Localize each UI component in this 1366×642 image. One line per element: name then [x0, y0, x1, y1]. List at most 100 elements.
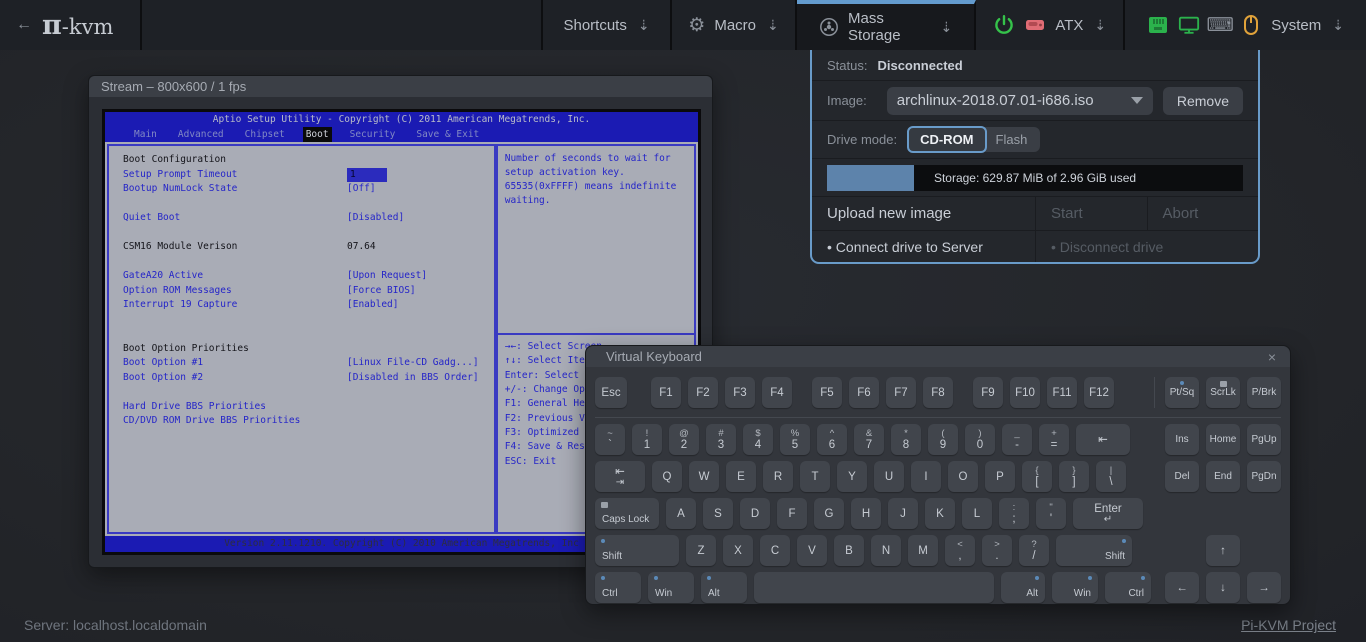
key-v[interactable]: V: [797, 535, 827, 566]
bios-menu-boot[interactable]: Boot: [303, 127, 332, 142]
key-g[interactable]: G: [814, 498, 844, 529]
key-insert[interactable]: Ins: [1165, 424, 1199, 455]
key-arrow-up[interactable]: ↑: [1206, 535, 1240, 566]
key-scroll-lock[interactable]: ScrLk: [1206, 377, 1240, 408]
key-arrow-left[interactable]: ←: [1165, 572, 1199, 603]
bios-option-row[interactable]: Boot Option #2[Disabled in BBS Order]: [109, 371, 494, 386]
menu-mass-storage[interactable]: Mass Storage ⇣: [797, 0, 976, 50]
key-ctrl-left[interactable]: Ctrl: [595, 572, 641, 603]
key-arrow-right[interactable]: →: [1247, 572, 1281, 603]
key-space[interactable]: [754, 572, 994, 603]
close-icon[interactable]: ×: [1268, 349, 1276, 365]
key-ctrl-right[interactable]: Ctrl: [1105, 572, 1151, 603]
key-n[interactable]: N: [871, 535, 901, 566]
key-j[interactable]: J: [888, 498, 918, 529]
key-period[interactable]: >.: [982, 535, 1012, 566]
connect-drive-button[interactable]: • Connect drive to Server: [812, 231, 1035, 262]
key-1[interactable]: !1: [632, 424, 662, 455]
key-enter[interactable]: Enter↵: [1073, 498, 1143, 529]
bios-option-row[interactable]: Setup Prompt Timeout1: [109, 168, 494, 183]
key-y[interactable]: Y: [837, 461, 867, 492]
key-w[interactable]: W: [689, 461, 719, 492]
key-f7[interactable]: F7: [886, 377, 916, 408]
key-f4[interactable]: F4: [762, 377, 792, 408]
key-f8[interactable]: F8: [923, 377, 953, 408]
bios-menu-main[interactable]: Main: [131, 127, 160, 142]
menu-shortcuts[interactable]: Shortcuts ⇣: [543, 0, 672, 50]
back-arrow-icon[interactable]: ←: [16, 16, 32, 34]
key-d[interactable]: D: [740, 498, 770, 529]
key-semicolon[interactable]: :;: [999, 498, 1029, 529]
key-f12[interactable]: F12: [1084, 377, 1114, 408]
bios-option-row[interactable]: CD/DVD ROM Drive BBS Priorities: [109, 414, 494, 429]
stream-window-titlebar[interactable]: Stream – 800x600 / 1 fps: [89, 76, 712, 97]
key-comma[interactable]: <,: [945, 535, 975, 566]
key-alt-right[interactable]: Alt: [1001, 572, 1045, 603]
key-page-down[interactable]: PgDn: [1247, 461, 1281, 492]
key-f5[interactable]: F5: [812, 377, 842, 408]
key-6[interactable]: ^6: [817, 424, 847, 455]
bios-menu-chipset[interactable]: Chipset: [242, 127, 288, 142]
key-3[interactable]: #3: [706, 424, 736, 455]
key-bracket-right[interactable]: }]: [1059, 461, 1089, 492]
key-a[interactable]: A: [666, 498, 696, 529]
key-m[interactable]: M: [908, 535, 938, 566]
key-4[interactable]: $4: [743, 424, 773, 455]
mode-cdrom-button[interactable]: CD-ROM: [907, 126, 986, 153]
bios-option-row[interactable]: Bootup NumLock State[Off]: [109, 182, 494, 197]
key-backslash[interactable]: |\: [1096, 461, 1126, 492]
key-q[interactable]: Q: [652, 461, 682, 492]
key-b[interactable]: B: [834, 535, 864, 566]
key-f11[interactable]: F11: [1047, 377, 1077, 408]
key-tab[interactable]: ⇤⇥: [595, 461, 645, 492]
key-f6[interactable]: F6: [849, 377, 879, 408]
key-bracket-left[interactable]: {[: [1022, 461, 1052, 492]
key-o[interactable]: O: [948, 461, 978, 492]
keyboard-titlebar[interactable]: Virtual Keyboard ×: [586, 346, 1290, 367]
key-backquote[interactable]: ~`: [595, 424, 625, 455]
start-button[interactable]: Start: [1035, 197, 1147, 230]
key-2[interactable]: @2: [669, 424, 699, 455]
key-end[interactable]: End: [1206, 461, 1240, 492]
key-delete[interactable]: Del: [1165, 461, 1199, 492]
key-z[interactable]: Z: [686, 535, 716, 566]
menu-system[interactable]: ⌨ System ⇣: [1125, 0, 1366, 50]
key-x[interactable]: X: [723, 535, 753, 566]
key-9[interactable]: (9: [928, 424, 958, 455]
key-shift-right[interactable]: Shift: [1056, 535, 1132, 566]
key-f2[interactable]: F2: [688, 377, 718, 408]
key-win-right[interactable]: Win: [1052, 572, 1098, 603]
key-quote[interactable]: "': [1036, 498, 1066, 529]
pikvm-project-link[interactable]: Pi-KVM Project: [1241, 617, 1336, 633]
key-backspace[interactable]: ⇤: [1076, 424, 1130, 455]
key-win-left[interactable]: Win: [648, 572, 694, 603]
key-f9[interactable]: F9: [973, 377, 1003, 408]
key-r[interactable]: R: [763, 461, 793, 492]
mode-flash-button[interactable]: Flash: [983, 127, 1041, 152]
key-7[interactable]: &7: [854, 424, 884, 455]
key-u[interactable]: U: [874, 461, 904, 492]
key-i[interactable]: I: [911, 461, 941, 492]
bios-option-row[interactable]: Hard Drive BBS Priorities: [109, 400, 494, 415]
key-home[interactable]: Home: [1206, 424, 1240, 455]
key-slash[interactable]: ?/: [1019, 535, 1049, 566]
image-select[interactable]: archlinux-2018.07.01-i686.iso: [887, 87, 1153, 115]
bios-option-row[interactable]: Interrupt 19 Capture[Enabled]: [109, 298, 494, 313]
bios-option-row[interactable]: GateA20 Active[Upon Request]: [109, 269, 494, 284]
key-alt-left[interactable]: Alt: [701, 572, 747, 603]
key-shift-left[interactable]: Shift: [595, 535, 679, 566]
key-minus[interactable]: _-: [1002, 424, 1032, 455]
key-0[interactable]: )0: [965, 424, 995, 455]
key-f[interactable]: F: [777, 498, 807, 529]
key-caps-lock[interactable]: Caps Lock: [595, 498, 659, 529]
bios-menu-save-exit[interactable]: Save & Exit: [413, 127, 482, 142]
key-p[interactable]: P: [985, 461, 1015, 492]
key-5[interactable]: %5: [780, 424, 810, 455]
menu-atx[interactable]: ATX ⇣: [976, 0, 1125, 50]
disconnect-drive-button[interactable]: • Disconnect drive: [1035, 231, 1258, 262]
remove-image-button[interactable]: Remove: [1163, 87, 1243, 115]
key-esc[interactable]: Esc: [595, 377, 627, 408]
upload-new-image-button[interactable]: Upload new image: [812, 197, 1035, 230]
key-print-screen[interactable]: Pt/Sq: [1165, 377, 1199, 408]
bios-option-row[interactable]: Boot Option #1[Linux File-CD Gadg...]: [109, 356, 494, 371]
